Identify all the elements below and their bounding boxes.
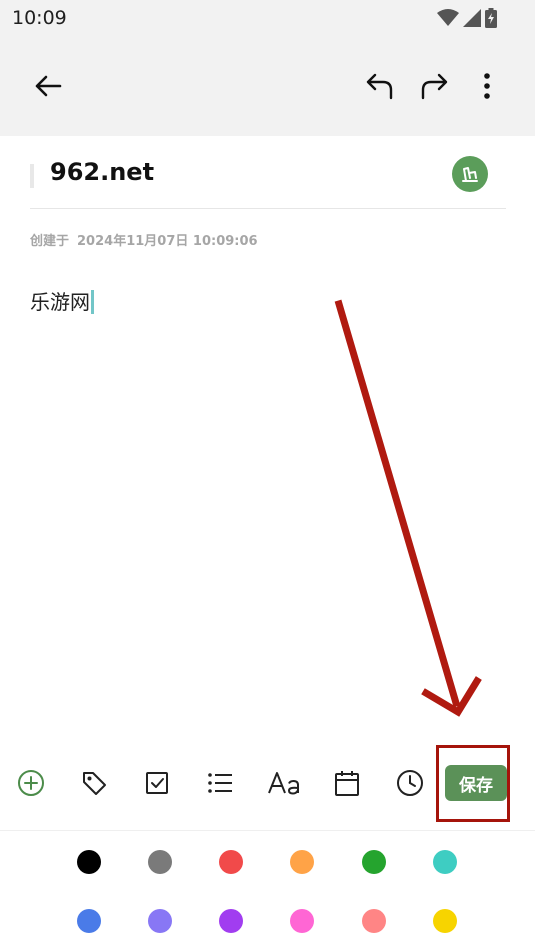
color-swatch-purple[interactable] <box>219 909 243 933</box>
text-format-icon <box>268 772 299 795</box>
color-swatch-green[interactable] <box>362 850 386 874</box>
clock-icon <box>397 770 423 796</box>
color-palette <box>0 830 535 952</box>
save-highlight-box: 保存 <box>436 745 510 822</box>
color-swatch-yellow[interactable] <box>433 909 457 933</box>
tag-button[interactable] <box>77 766 111 800</box>
text-format-button[interactable] <box>266 766 304 800</box>
color-swatch-gray[interactable] <box>148 850 172 874</box>
tag-icon <box>83 772 106 795</box>
color-swatch-orange[interactable] <box>290 850 314 874</box>
reminder-button[interactable] <box>393 766 427 800</box>
list-button[interactable] <box>203 766 237 800</box>
color-swatch-black[interactable] <box>77 850 101 874</box>
color-swatch-salmon[interactable] <box>362 909 386 933</box>
add-icon <box>18 770 44 796</box>
color-swatch-pink[interactable] <box>290 909 314 933</box>
save-button[interactable]: 保存 <box>445 765 507 801</box>
color-swatch-blue[interactable] <box>77 909 101 933</box>
color-swatch-red[interactable] <box>219 850 243 874</box>
checkbox-icon <box>146 772 168 794</box>
list-icon <box>208 773 232 793</box>
add-button[interactable] <box>14 766 48 800</box>
calendar-button[interactable] <box>330 766 364 800</box>
calendar-icon <box>335 771 359 796</box>
color-swatch-teal[interactable] <box>433 850 457 874</box>
color-swatch-lavender[interactable] <box>148 909 172 933</box>
checkbox-button[interactable] <box>140 766 174 800</box>
